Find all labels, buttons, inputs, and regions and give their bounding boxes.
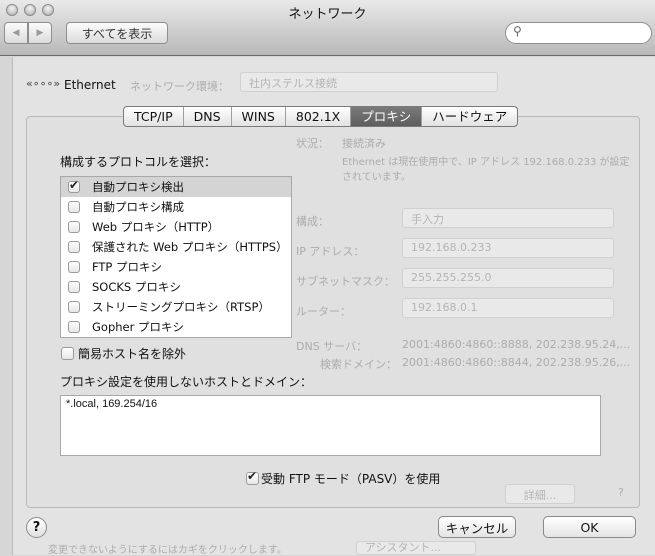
tab-dns[interactable]: DNS: [184, 107, 232, 126]
location-select[interactable]: 社内ステルス接続: [240, 72, 498, 92]
cancel-button[interactable]: キャンセル: [438, 516, 516, 538]
field-label: 検索ドメイン：: [320, 358, 397, 371]
field-value: 手入力: [402, 208, 614, 228]
field-label: ルーター：: [296, 305, 351, 318]
protocol-label: ストリーミングプロキシ（RTSP）: [92, 300, 270, 314]
protocol-label: 自動プロキシ検出: [92, 180, 184, 194]
exclude-simple-hostnames[interactable]: 簡易ホスト名を除外: [54, 343, 186, 363]
field-value: 255.255.255.0: [402, 268, 614, 288]
bypass-hosts-textarea[interactable]: *.local, 169.254/16: [60, 395, 601, 456]
back-button[interactable]: ◀: [4, 22, 28, 44]
checkbox[interactable]: [68, 178, 80, 193]
field-value: 192.168.0.233: [402, 238, 614, 258]
protocol-list[interactable]: 自動プロキシ検出 自動プロキシ構成 Web プロキシ（HTTP） 保護された W…: [60, 176, 292, 338]
exclude-simple-checkbox[interactable]: [61, 346, 74, 360]
checkbox[interactable]: [68, 301, 80, 313]
checkbox[interactable]: [68, 321, 80, 333]
protocol-label: 自動プロキシ構成: [92, 200, 184, 214]
status-value: 接続済み: [342, 137, 386, 150]
pasv-checkbox[interactable]: [246, 469, 259, 485]
tab-tcpip[interactable]: TCP/IP: [124, 107, 184, 126]
help-button[interactable]: ?: [26, 517, 47, 538]
protocol-item-auto-config[interactable]: 自動プロキシ構成: [61, 197, 291, 217]
field-label: 構成：: [296, 215, 329, 228]
exclude-simple-label: 簡易ホスト名を除外: [78, 346, 187, 361]
checkbox[interactable]: [68, 281, 80, 293]
tab-proxy[interactable]: プロキシ: [351, 107, 423, 126]
protocol-item-socks[interactable]: SOCKS プロキシ: [61, 277, 291, 297]
location-label: ネットワーク環境：: [130, 80, 229, 93]
search-icon: ⚲: [513, 24, 522, 38]
bg-help-icon: ?: [618, 486, 624, 499]
show-all-button[interactable]: すべてを表示: [66, 22, 168, 44]
checkbox[interactable]: [68, 241, 80, 253]
protocol-item-https[interactable]: 保護された Web プロキシ（HTTPS）: [61, 237, 291, 257]
lock-text: 変更できないようにするにはカギをクリックします。: [48, 545, 287, 556]
protocol-item-ftp[interactable]: FTP プロキシ: [61, 257, 291, 277]
field-value: 2001:4860:4860::8844, 202.238.95.26,...: [402, 356, 631, 369]
protocol-label: Gopher プロキシ: [92, 320, 184, 334]
pasv-label: 受動 FTP モード（PASV）を使用: [261, 471, 441, 486]
checkbox[interactable]: [68, 221, 80, 233]
field-label: IP アドレス：: [296, 245, 365, 258]
field-label: サブネットマスク：: [296, 275, 395, 288]
search-input[interactable]: ⚲: [505, 22, 652, 44]
bypass-label: プロキシ設定を使用しないホストとドメイン：: [60, 375, 313, 389]
window-title: ネットワーク: [288, 7, 367, 22]
protocol-label: FTP プロキシ: [92, 260, 163, 274]
protocol-label: 保護された Web プロキシ（HTTPS）: [92, 240, 288, 254]
tab-hardware[interactable]: ハードウェア: [422, 107, 517, 126]
tab-bar: TCP/IP DNS WINS 802.1X プロキシ ハードウェア: [123, 106, 519, 127]
status-desc: Ethernet は現在使用中で、IP アドレス 192.168.0.233 が…: [342, 157, 630, 183]
protocol-select-label: 構成するプロトコルを選択：: [60, 155, 217, 169]
status-label: 状況：: [296, 137, 329, 150]
service-name: Ethernet: [64, 78, 116, 92]
advanced-button: 詳細...: [505, 484, 575, 504]
pasv-option[interactable]: 受動 FTP モード（PASV）を使用: [239, 468, 440, 488]
checkbox[interactable]: [68, 201, 80, 213]
forward-button[interactable]: ▶: [28, 22, 52, 44]
tab-wins[interactable]: WINS: [232, 107, 286, 126]
protocol-item-http[interactable]: Web プロキシ（HTTP）: [61, 217, 291, 237]
protocol-item-auto-detect[interactable]: 自動プロキシ検出: [61, 177, 291, 197]
protocol-label: SOCKS プロキシ: [92, 280, 181, 294]
assistant-button: アシスタント...: [356, 541, 476, 555]
ok-button[interactable]: OK: [543, 516, 636, 538]
ethernet-icon: «∘∘∘»: [26, 77, 61, 90]
protocol-label: Web プロキシ（HTTP）: [92, 220, 220, 234]
tab-8021x[interactable]: 802.1X: [286, 107, 352, 126]
checkbox[interactable]: [68, 261, 80, 273]
field-value: 2001:4860:4860::8888, 202.238.95.24,...: [402, 338, 631, 351]
protocol-item-gopher[interactable]: Gopher プロキシ: [61, 317, 291, 337]
field-value: 192.168.0.1: [402, 298, 614, 318]
field-label: DNS サーバ：: [296, 340, 368, 353]
protocol-item-rtsp[interactable]: ストリーミングプロキシ（RTSP）: [61, 297, 291, 317]
